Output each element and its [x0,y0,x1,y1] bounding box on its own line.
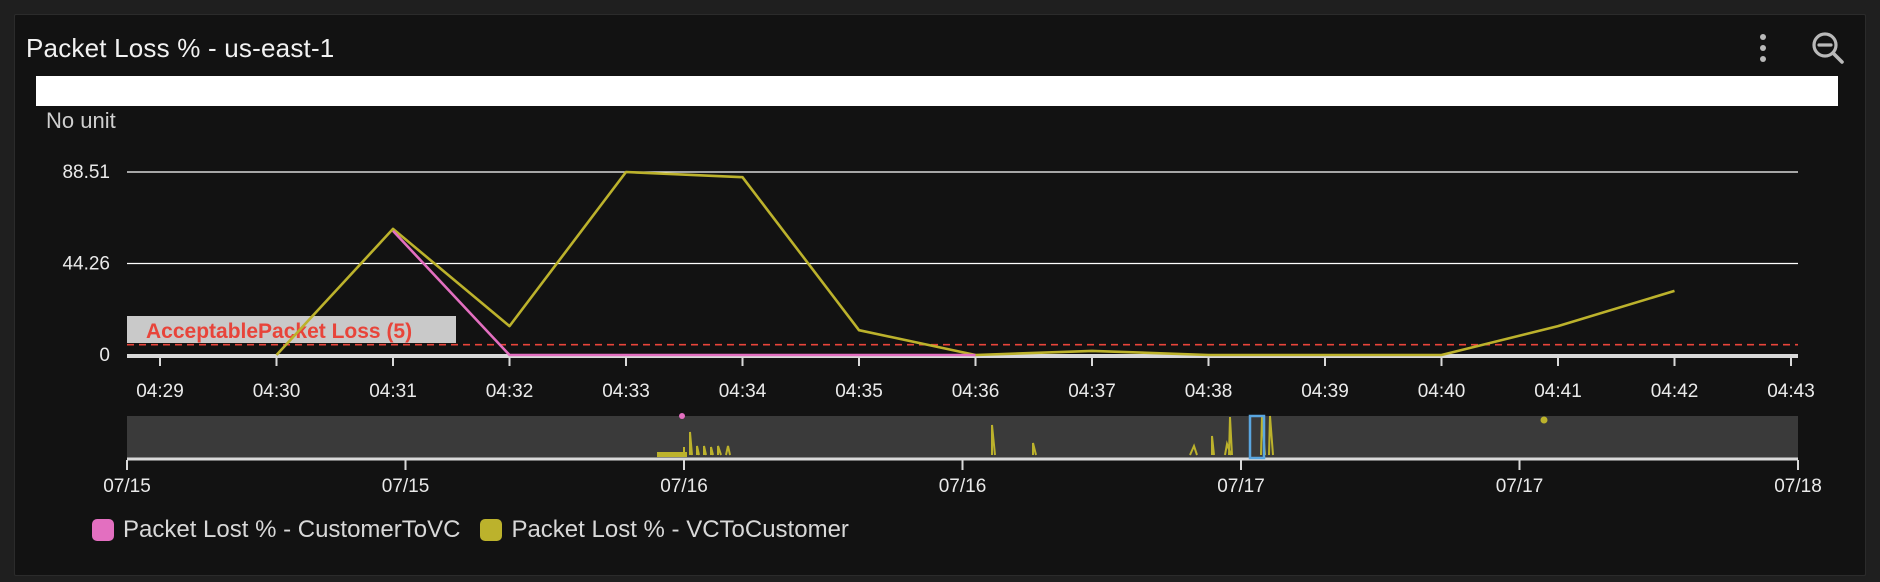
threshold-label: AcceptablePacket Loss (5) [146,320,412,343]
x-tick-label: 04:31 [369,381,417,402]
y-tick-label: 0 [99,345,110,366]
overview-strip [127,416,1798,458]
x-tick-label: 04:37 [1068,381,1116,402]
overview-tick-label: 07/15 [382,476,430,497]
overview-tick-label: 07/17 [1217,476,1265,497]
x-tick-label: 04:34 [719,381,767,402]
overview-trace [1540,416,1548,424]
y-tick-label: 88.51 [62,162,110,183]
y-tick-label: 44.26 [62,253,110,274]
overview-tick-label: 07/15 [103,476,151,497]
legend-swatch-customer-to-vc [92,519,114,541]
x-tick-label: 04:30 [253,381,301,402]
legend-swatch-vc-to-customer [480,519,503,541]
overview-tick-label: 07/17 [1496,476,1544,497]
x-tick-label: 04:32 [486,381,534,402]
overview-tick-label: 07/16 [939,476,987,497]
x-tick-label: 04:36 [952,381,1000,402]
x-tick-label: 04:39 [1301,381,1349,402]
x-tick-label: 04:38 [1185,381,1233,402]
legend-label-vc-to-customer: Packet Lost % - VCToCustomer [511,516,849,543]
overview-tick-label: 07/18 [1774,476,1822,497]
x-tick-label: 04:43 [1767,381,1815,402]
chart-legend: Packet Lost % - CustomerToVC Packet Lost… [92,516,849,544]
line-chart[interactable]: 0 44.26 88.51 04:29 04:30 04:31 04:32 04:33 04:3… [0,0,1880,582]
overview-tick-label: 07/16 [660,476,708,497]
x-tick-label: 04:35 [835,381,883,402]
legend-label-customer-to-vc: Packet Lost % - CustomerToVC [123,516,461,543]
overview-trace [657,452,687,457]
legend-item-vc-to-customer[interactable]: Packet Lost % - VCToCustomer [480,516,849,544]
x-tick-label: 04:42 [1651,381,1699,402]
x-tick-label: 04:41 [1534,381,1582,402]
x-tick-label: 04:29 [136,381,184,402]
legend-item-customer-to-vc[interactable]: Packet Lost % - CustomerToVC [92,516,460,544]
x-tick-label: 04:33 [602,381,650,402]
overview-trace [679,413,685,419]
x-tick-label: 04:40 [1418,381,1466,402]
